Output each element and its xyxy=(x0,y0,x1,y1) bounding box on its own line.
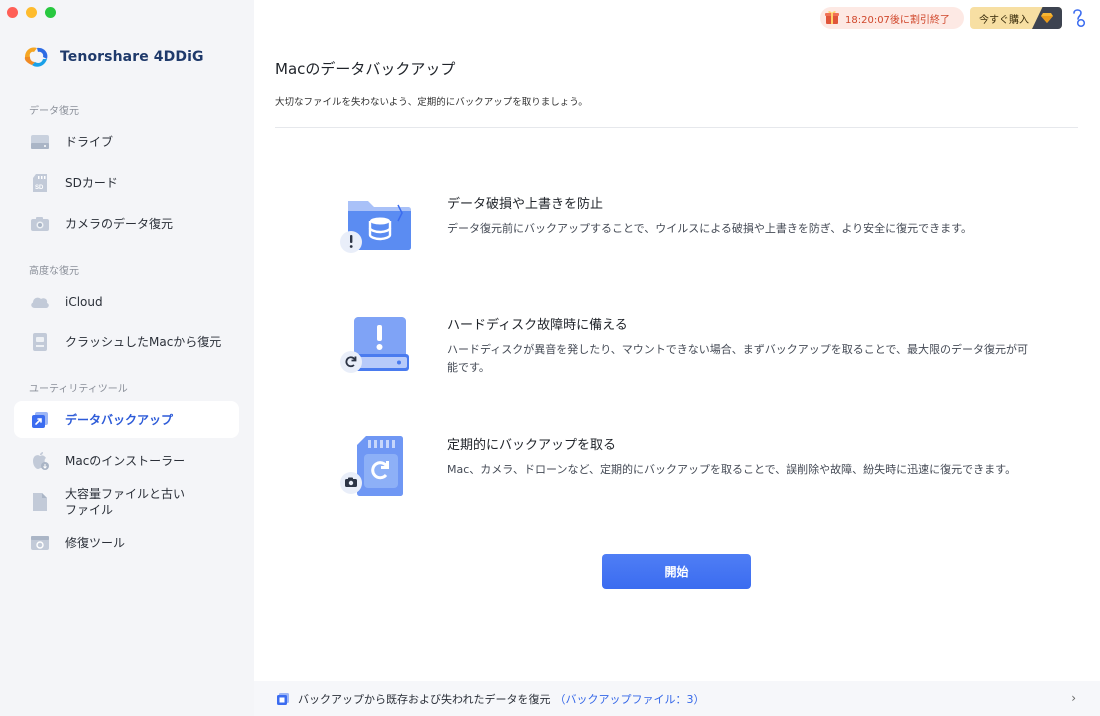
camera-icon xyxy=(29,213,51,235)
sidebar-item-label: SDカード xyxy=(65,176,118,190)
sidebar-item-icloud[interactable]: iCloud xyxy=(14,283,239,320)
feature-title: ハードディスク故障時に備える xyxy=(447,318,628,333)
sidebar: Tenorshare 4DDiG データ復元 ドライブ SD SDカード カメラ… xyxy=(0,0,254,716)
backup-files-count-link[interactable]: （バックアップファイル：3） xyxy=(554,691,704,707)
sidebar-item-crashed-mac[interactable]: クラッシュしたMacから復元 xyxy=(14,323,239,360)
sidebar-item-label: カメラのデータ復元 xyxy=(65,217,174,231)
sidebar-item-large-old-files[interactable]: 大容量ファイルと古いファイル xyxy=(14,482,239,522)
restore-from-backup-text: バックアップから既存および失われたデータを復元 xyxy=(298,692,551,706)
feature-description: Mac、カメラ、ドローンなど、定期的にバックアップを取ることで、誤削除や故障、紛… xyxy=(447,463,1017,476)
sidebar-item-label: iCloud xyxy=(65,294,103,309)
section-label-utility-tools: ユーティリティツール xyxy=(29,384,128,395)
sidebar-item-mac-installer[interactable]: Macのインストーラー xyxy=(14,442,239,479)
sidebar-item-label: ドライブ xyxy=(65,135,114,149)
window-controls xyxy=(7,7,56,18)
section-label-advanced-recovery: 高度な復元 xyxy=(29,266,79,277)
divider xyxy=(275,127,1078,128)
sidebar-item-label: Macのインストーラー xyxy=(65,454,186,468)
start-button[interactable]: 開始 xyxy=(602,554,751,589)
chevron-right-icon: › xyxy=(1071,691,1076,705)
logo-icon xyxy=(24,47,48,67)
sidebar-item-drive[interactable]: ドライブ xyxy=(14,123,239,160)
sidebar-item-data-backup[interactable]: データバックアップ xyxy=(14,401,239,438)
section-label-data-recovery: データ復元 xyxy=(29,106,79,117)
sidebar-item-label: データバックアップ xyxy=(65,413,174,427)
folder-database-icon xyxy=(336,193,416,263)
sidebar-item-label: 修復ツール xyxy=(65,536,126,550)
sidebar-item-label: 大容量ファイルと古いファイル xyxy=(65,487,186,517)
sidebar-item-sd-card[interactable]: SD SDカード xyxy=(14,164,239,201)
zoom-window-button[interactable] xyxy=(45,7,56,18)
backup-icon xyxy=(29,409,51,431)
sidebar-item-label: クラッシュしたMacから復元 xyxy=(65,335,222,349)
file-icon xyxy=(29,491,51,513)
apple-installer-icon xyxy=(29,450,51,472)
repair-icon xyxy=(29,532,51,554)
app-window: Tenorshare 4DDiG データ復元 ドライブ SD SDカード カメラ… xyxy=(0,0,1100,716)
backup-restore-icon xyxy=(276,692,290,706)
feature-title: データ破損や上書きを防止 xyxy=(447,197,604,212)
page-subtitle: 大切なファイルを失わないよう、定期的にバックアップを取りましょう。 xyxy=(275,97,588,108)
restore-from-backup-bar[interactable]: バックアップから既存および失われたデータを復元 （バックアップファイル：3） › xyxy=(254,681,1100,716)
feature-description: ハードディスクが異音を発したり、マウントできない場合、まずバックアップを取ること… xyxy=(447,343,1029,374)
hard-drive-alert-icon xyxy=(336,314,416,384)
sd-card-backup-icon xyxy=(336,434,416,504)
sidebar-item-repair-tool[interactable]: 修復ツール xyxy=(14,524,239,561)
main-content: Macのデータバックアップ 大切なファイルを失わないよう、定期的にバックアップを… xyxy=(254,0,1100,716)
crashed-mac-icon xyxy=(29,331,51,353)
svg-text:SD: SD xyxy=(35,185,44,191)
sidebar-item-camera[interactable]: カメラのデータ復元 xyxy=(14,205,239,242)
sd-card-icon: SD xyxy=(29,172,51,194)
cloud-icon xyxy=(29,291,51,313)
brand: Tenorshare 4DDiG xyxy=(22,44,204,70)
brand-name: Tenorshare 4DDiG xyxy=(60,49,204,65)
close-window-button[interactable] xyxy=(7,7,18,18)
minimize-window-button[interactable] xyxy=(26,7,37,18)
page-title: Macのデータバックアップ xyxy=(275,60,456,78)
feature-title: 定期的にバックアップを取る xyxy=(447,438,617,453)
feature-description: データ復元前にバックアップすることで、ウイルスによる破損や上書きを防ぎ、より安全… xyxy=(447,222,973,235)
drive-icon xyxy=(29,131,51,153)
